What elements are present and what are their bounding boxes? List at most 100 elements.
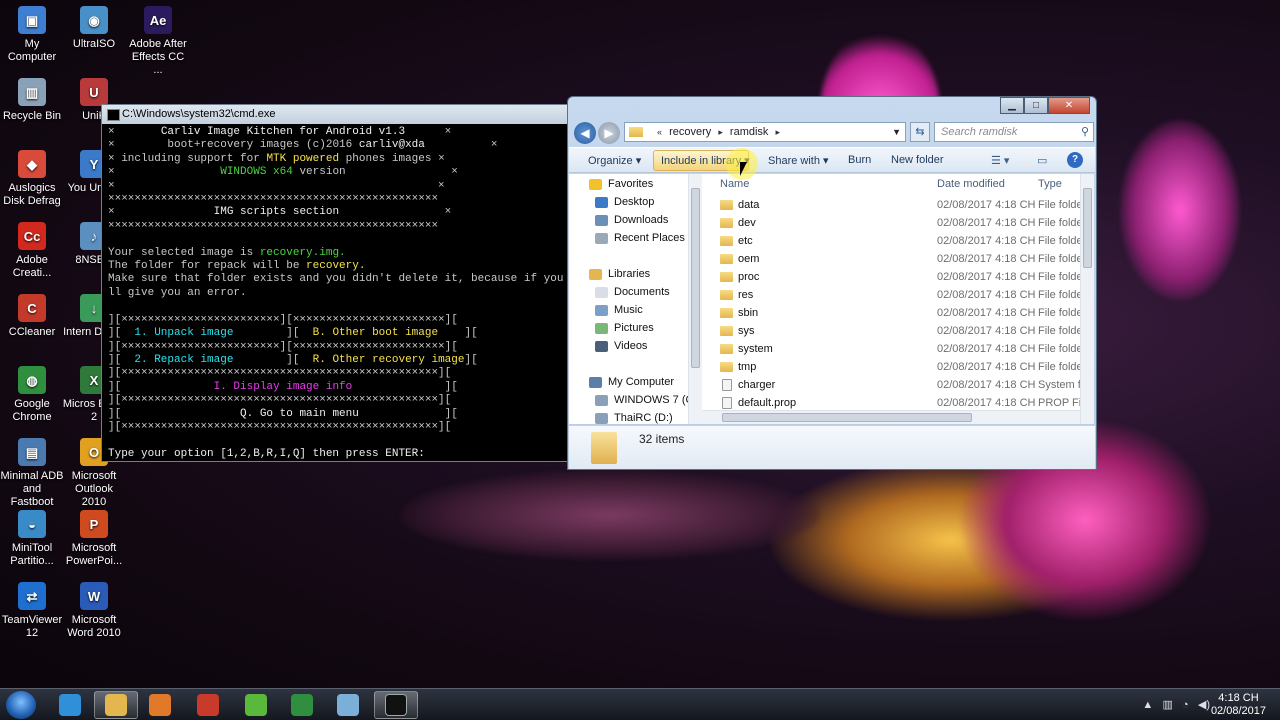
file-row[interactable]: sys 02/08/2017 4:18 CH File folde — [702, 322, 1080, 340]
minimize-button[interactable]: ▁ — [1000, 97, 1024, 114]
signal-icon[interactable]: ◔ — [1182, 699, 1189, 711]
forward-button[interactable]: ▶ — [598, 122, 620, 144]
organize-button[interactable]: Organize ▾ — [588, 154, 641, 167]
nav-my-computer[interactable]: My Computer — [589, 376, 674, 388]
file-row[interactable]: dev 02/08/2017 4:18 CH File folde — [702, 214, 1080, 232]
share-label: Share with — [768, 155, 820, 167]
nav-drive-c[interactable]: WINDOWS 7 (C:) — [595, 394, 699, 406]
taskbar-app-ie[interactable] — [48, 691, 92, 719]
ie-icon — [59, 694, 81, 716]
preview-pane-icon[interactable]: ▭ — [1037, 154, 1047, 167]
cmd-copyright: boot+recovery images (c)2016 — [167, 139, 359, 152]
menu-repack: 2. Repack image — [134, 353, 234, 366]
file-hscrollbar-thumb[interactable] — [722, 413, 972, 422]
file-row[interactable]: oem 02/08/2017 4:18 CH File folde — [702, 250, 1080, 268]
desktop-icon[interactable]: ◒ MiniTool Partitio... — [0, 510, 64, 568]
file-type: File folde — [1038, 325, 1080, 337]
breadcrumb-recovery[interactable]: recovery — [669, 126, 711, 138]
taskbar-app-cmd[interactable] — [374, 691, 418, 719]
maximize-button[interactable]: □ — [1024, 97, 1048, 114]
nav-videos[interactable]: Videos — [595, 340, 647, 352]
view-options-icon[interactable]: ☰ ▾ — [991, 154, 1009, 167]
taskbar-app-app-green[interactable] — [234, 691, 278, 719]
desktop-icon[interactable]: ◍ Google Chrome — [0, 366, 64, 424]
desktop-icon[interactable]: C CCleaner — [0, 294, 64, 339]
clock[interactable]: 4:18 CH 02/08/2017 — [1211, 692, 1266, 718]
desktop-icon[interactable]: ▥ Recycle Bin — [0, 78, 64, 123]
taskbar-app-chrome[interactable] — [280, 691, 324, 719]
desktop-icon[interactable]: W Microsoft Word 2010 — [62, 582, 126, 640]
nav-downloads[interactable]: Downloads — [595, 214, 668, 226]
nav-recent-places[interactable]: Recent Places — [595, 232, 685, 244]
file-row[interactable]: etc 02/08/2017 4:18 CH File folde — [702, 232, 1080, 250]
file-type: File folde — [1038, 235, 1080, 247]
file-row[interactable]: sbin 02/08/2017 4:18 CH File folde — [702, 304, 1080, 322]
nav-libraries[interactable]: Libraries — [589, 268, 650, 280]
file-name: dev — [738, 217, 756, 229]
nav-desktop[interactable]: Desktop — [595, 196, 654, 208]
cmd-icon — [385, 694, 407, 716]
taskbar-app-media[interactable] — [138, 691, 182, 719]
taskbar-app-app-blue[interactable] — [326, 691, 370, 719]
cmd-console[interactable]: × Carliv Image Kitchen for Android v1.3 … — [102, 124, 570, 462]
nav-music[interactable]: Music — [595, 304, 643, 316]
taskbar-app-explorer[interactable] — [94, 691, 138, 719]
desktop-icon[interactable]: Ae Adobe After Effects CC ... — [126, 6, 190, 77]
back-button[interactable]: ◀ — [574, 122, 596, 144]
file-scrollbar[interactable] — [1080, 174, 1094, 424]
network-icon[interactable]: ▥ — [1162, 699, 1172, 711]
nav-favorites[interactable]: Favorites — [589, 178, 653, 190]
desktop-icon[interactable]: ▣ My Computer — [0, 6, 64, 64]
column-date-modified[interactable]: Date modified — [937, 178, 1005, 190]
new-folder-button[interactable]: New folder — [891, 154, 944, 166]
chevron-right-icon[interactable]: ▸ — [718, 127, 723, 137]
search-icon[interactable]: ⚲ — [1081, 123, 1089, 141]
volume-icon[interactable]: ◀) — [1198, 699, 1210, 711]
burn-button[interactable]: Burn — [848, 154, 871, 166]
nav-scrollbar-thumb[interactable] — [691, 188, 700, 368]
desktop-icon[interactable]: ▤ Minimal ADB and Fastboot — [0, 438, 64, 509]
search-input[interactable]: Search ramdisk ⚲ — [934, 122, 1094, 142]
explorer-window[interactable]: ▁ □ ✕ ◀ ▶ « recovery ▸ ramdisk ▸ ▼ ⇆ Sea… — [567, 96, 1097, 470]
desktop-icon[interactable]: P Microsoft PowerPoi... — [62, 510, 126, 568]
system-tray[interactable]: ▲ ▥ ◔ ◀) — [1142, 698, 1210, 711]
file-row[interactable]: data 02/08/2017 4:18 CH File folde — [702, 196, 1080, 214]
taskbar-app-app-red[interactable] — [186, 691, 230, 719]
close-button[interactable]: ✕ — [1048, 97, 1090, 114]
desktop-icon[interactable]: Cc Adobe Creati... — [0, 222, 64, 280]
refresh-button[interactable]: ⇆ — [910, 122, 930, 142]
libraries-icon — [589, 268, 602, 280]
desktop-icon[interactable]: ◉ UltraISO — [62, 6, 126, 51]
start-button[interactable] — [6, 691, 36, 719]
file-hscrollbar[interactable] — [702, 410, 1080, 424]
file-name: proc — [738, 271, 760, 283]
cmd-title[interactable]: C:\Windows\system32\cmd.exe — [102, 105, 570, 124]
column-name[interactable]: Name — [720, 178, 749, 190]
file-row[interactable]: system 02/08/2017 4:18 CH File folde — [702, 340, 1080, 358]
share-with-button[interactable]: Share with ▾ — [768, 154, 829, 167]
file-row[interactable]: charger 02/08/2017 4:18 CHSystem fil — [702, 376, 1080, 394]
show-hidden-icons-icon[interactable]: ▲ — [1142, 699, 1153, 711]
nav-pictures[interactable]: Pictures — [595, 322, 654, 334]
file-name: sbin — [738, 307, 759, 319]
file-row[interactable]: res 02/08/2017 4:18 CH File folde — [702, 286, 1080, 304]
help-icon[interactable]: ? — [1067, 152, 1083, 168]
nav-scrollbar[interactable] — [688, 174, 702, 424]
folder-icon — [720, 290, 733, 300]
column-type[interactable]: Type — [1038, 178, 1062, 190]
address-dropdown-icon[interactable]: ▼ — [892, 123, 901, 141]
cmd-window[interactable]: C:\Windows\system32\cmd.exe × Carliv Ima… — [101, 104, 571, 462]
file-scrollbar-thumb[interactable] — [1083, 188, 1092, 268]
desktop-icon[interactable]: ◆ Auslogics Disk Defrag — [0, 150, 64, 208]
navigation-bar: ◀ ▶ « recovery ▸ ramdisk ▸ ▼ ⇆ Search ra… — [574, 121, 1094, 145]
breadcrumb-ramdisk[interactable]: ramdisk — [730, 126, 769, 138]
address-bar[interactable]: « recovery ▸ ramdisk ▸ ▼ — [624, 122, 906, 142]
file-row[interactable]: tmp 02/08/2017 4:18 CH File folde — [702, 358, 1080, 376]
nav-drive-d[interactable]: ThaiRC (D:) — [595, 412, 673, 424]
file-row[interactable]: proc 02/08/2017 4:18 CH File folde — [702, 268, 1080, 286]
chevron-right-icon[interactable]: ▸ — [776, 127, 781, 137]
desktop-icon-label: Microsoft Outlook 2010 — [71, 470, 117, 508]
desktop-icon[interactable]: ⇄ TeamViewer 12 — [0, 582, 64, 640]
nav-documents[interactable]: Documents — [595, 286, 670, 298]
breadcrumb-overflow-icon[interactable]: « — [657, 127, 662, 137]
